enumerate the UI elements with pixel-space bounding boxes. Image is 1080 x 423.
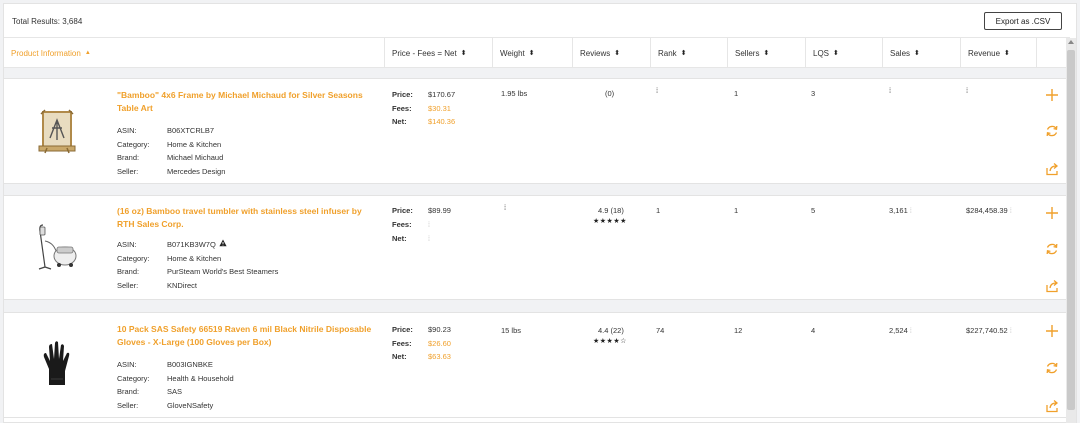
weight-value: 15 lbs (501, 326, 522, 335)
price-breakdown: Price: $90.23 Fees: $26.60 Net: $63.63 (392, 325, 451, 361)
sort-icon: ⬍ (460, 50, 467, 57)
fees-value: $30.31 (428, 103, 451, 113)
reviews-value: 4.9 (18) (598, 206, 624, 215)
column-header-actions (1036, 38, 1070, 68)
share-icon[interactable] (1044, 161, 1060, 177)
column-header-revenue[interactable]: Revenue ⬍ (960, 38, 1036, 68)
sort-asc-icon: ▲ (84, 50, 91, 56)
asin-value: B003IGNBKE (167, 360, 213, 369)
sellers-value: 1 (734, 89, 739, 98)
asin-value: B06XTCRLB7 (167, 126, 215, 135)
results-panel: Total Results: 3,684 Export as .CSV Prod… (3, 3, 1077, 423)
net-value: $140.36 (428, 117, 456, 126)
price-value: $170.67 (428, 90, 456, 99)
row-gap (4, 68, 1070, 78)
lqs-value: 5 (811, 206, 816, 215)
export-csv-button[interactable]: Export as .CSV (984, 12, 1062, 30)
net-value: ⁞ (428, 236, 430, 243)
weight-value: 1.95 lbs (501, 89, 528, 98)
product-details: ASIN: B06XTCRLB7 Category: Home & Kitchen … (117, 126, 226, 176)
sales-value: 3,161 ⁞ (889, 206, 912, 215)
weight-value: ⁞ (504, 203, 507, 212)
price-value: $89.99 (428, 206, 451, 215)
sort-icon: ⬍ (680, 50, 687, 57)
table-header: Product Information ▲ Price - Fees = Net ⬍… (4, 38, 1070, 68)
revenue-value: $227,740.52 ⁞ (966, 326, 1012, 335)
price-breakdown: Price: $170.67 Fees: $30.31 Net: $140.36 (392, 90, 456, 126)
price-value: $90.23 (428, 325, 451, 334)
rank-value: 74 (656, 326, 665, 335)
brand-value: PurSteam World's Best Steamers (167, 267, 279, 277)
table-row: 10 Pack SAS Safety 66519 Raven 6 mil Bla… (4, 312, 1070, 418)
net-value: $63.63 (428, 352, 451, 361)
product-thumbnail-steamer[interactable] (32, 216, 82, 276)
rating-stars: ★★★★☆ (593, 338, 627, 345)
table-row: (16 oz) Bamboo travel tumbler with stain… (4, 195, 1070, 300)
column-header-lqs[interactable]: LQS ⬍ (805, 38, 882, 68)
seller-value: Mercedes Design (167, 166, 226, 176)
vertical-scrollbar[interactable] (1066, 38, 1076, 423)
revenue-value: ⁞ (966, 86, 969, 95)
reviews-value: 4.4 (22) (598, 326, 624, 335)
warning-icon[interactable] (219, 238, 227, 252)
column-header-sales[interactable]: Sales ⬍ (882, 38, 960, 68)
refresh-icon[interactable] (1044, 241, 1060, 257)
category-value: Home & Kitchen (167, 139, 222, 149)
sellers-value: 1 (734, 206, 739, 215)
brand-value: Michael Michaud (167, 153, 224, 162)
product-details: ASIN: B003IGNBKE Category: Health & Househ… (117, 360, 234, 410)
column-header-rank[interactable]: Rank ⬍ (650, 38, 727, 68)
refresh-icon[interactable] (1044, 123, 1060, 139)
rank-value: ⁞ (656, 86, 659, 95)
lqs-value: 4 (811, 326, 816, 335)
results-toolbar: Total Results: 3,684 Export as .CSV (4, 4, 1070, 38)
row-gap (4, 184, 1070, 195)
sales-value: 2,524 ⁞ (889, 326, 912, 335)
brand-value: SAS (167, 387, 183, 396)
plus-icon[interactable] (1044, 87, 1060, 103)
plus-icon[interactable] (1044, 323, 1060, 339)
column-header-sellers[interactable]: Sellers ⬍ (727, 38, 805, 68)
sort-icon: ⬍ (833, 50, 839, 57)
column-header-price[interactable]: Price - Fees = Net ⬍ (384, 38, 492, 68)
column-header-weight[interactable]: Weight ⬍ (492, 38, 572, 68)
sort-icon: ⬍ (528, 50, 535, 57)
lqs-value: 3 (811, 89, 816, 98)
reviews-value: (0) (605, 89, 615, 98)
sort-icon: ⬍ (1004, 50, 1010, 57)
scrollbar-thumb[interactable] (1067, 50, 1075, 410)
seller-value: GloveNSafety (167, 400, 214, 410)
sales-value: ⁞ (889, 86, 892, 95)
scroll-up-arrow-icon[interactable] (1068, 40, 1074, 44)
rating-stars: ★★★★★ (593, 218, 627, 225)
product-title[interactable]: (16 oz) Bamboo travel tumbler with stain… (117, 205, 377, 231)
plus-icon[interactable] (1044, 205, 1060, 221)
price-breakdown: Price: $89.99 Fees: ⁞ Net: ⁞ (392, 206, 451, 243)
category-value: Health & Household (167, 373, 234, 383)
fees-value: $26.60 (428, 338, 451, 348)
refresh-icon[interactable] (1044, 360, 1060, 376)
total-results: Total Results: 3,684 (12, 17, 83, 26)
product-thumbnail-frame[interactable] (32, 101, 82, 161)
category-value: Home & Kitchen (167, 253, 222, 263)
share-icon[interactable] (1044, 278, 1060, 294)
seller-value: KNDirect (167, 280, 198, 290)
share-icon[interactable] (1044, 398, 1060, 414)
table-row: "Bamboo" 4x6 Frame by Michael Michaud fo… (4, 78, 1070, 184)
product-details: ASIN: B071KB3W7Q Category: Home & Kitchen … (117, 238, 279, 290)
column-header-product[interactable]: Product Information ▲ (4, 38, 384, 68)
revenue-value: $284,458.39 ⁞ (966, 206, 1012, 215)
product-title[interactable]: "Bamboo" 4x6 Frame by Michael Michaud fo… (117, 89, 377, 115)
sort-icon: ⬍ (763, 50, 770, 57)
sort-icon: ⬍ (614, 50, 621, 57)
asin-value: B071KB3W7Q (167, 240, 216, 249)
column-header-reviews[interactable]: Reviews ⬍ (572, 38, 650, 68)
row-gap (4, 300, 1070, 312)
rank-value: 1 (656, 206, 661, 215)
sellers-value: 12 (734, 326, 743, 335)
product-title[interactable]: 10 Pack SAS Safety 66519 Raven 6 mil Bla… (117, 323, 377, 349)
product-thumbnail-gloves[interactable] (32, 333, 82, 393)
fees-value: ⁞ (428, 221, 430, 229)
sort-icon: ⬍ (914, 50, 920, 57)
